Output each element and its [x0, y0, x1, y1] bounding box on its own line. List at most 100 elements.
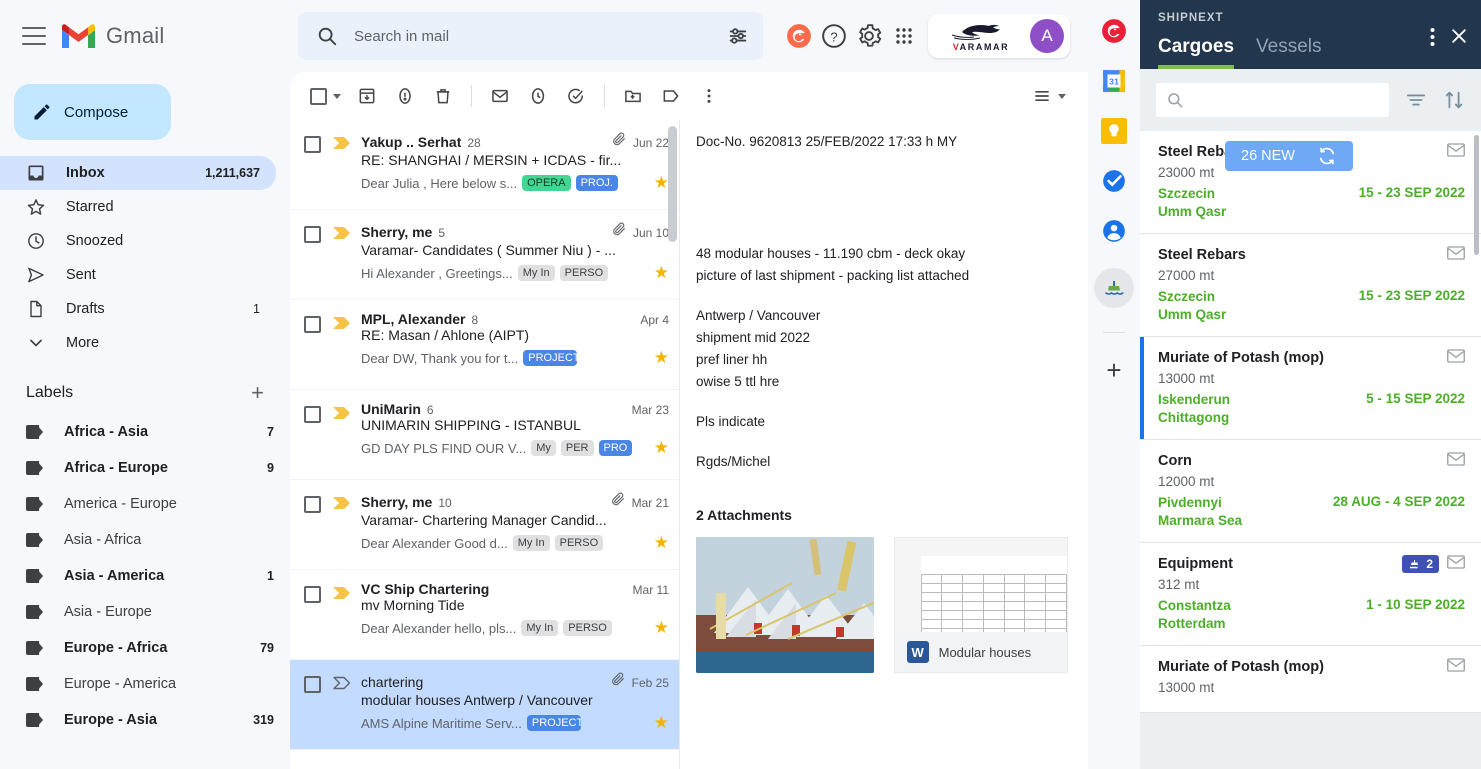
chevron-down-icon[interactable]	[333, 93, 341, 99]
email-row[interactable]: Yakup .. Serhat 28 Jun 22 RE: SHANGHAI / ME…	[290, 120, 679, 210]
google-keep-icon[interactable]	[1101, 118, 1127, 144]
apps-grid-icon[interactable]	[889, 16, 920, 56]
delete-icon[interactable]	[425, 78, 461, 114]
star-icon[interactable]: ★	[650, 263, 669, 283]
email-row[interactable]: UniMarin 6 Mar 23 UNIMARIN SHIPPING - ISTAN…	[290, 390, 679, 480]
label-item[interactable]: Europe - Africa 79	[0, 630, 290, 666]
label-item[interactable]: Africa - Europe 9	[0, 450, 290, 486]
account-chip[interactable]: VARAMAR A	[928, 14, 1070, 58]
star-icon[interactable]: ★	[650, 348, 669, 368]
email-row[interactable]: chartering Feb 25 modular houses Antwerp /…	[290, 660, 679, 750]
label-item[interactable]: Asia - Europe	[0, 594, 290, 630]
email-label-chip[interactable]: OPERA	[522, 175, 571, 191]
filter-icon[interactable]	[1405, 89, 1427, 111]
sidebar-item-more[interactable]: More	[0, 326, 276, 360]
cargo-card[interactable]: Corn 12000 mt Pivdennyi Marmara Sea 28 AUG -…	[1140, 440, 1481, 543]
checkbox[interactable]	[310, 87, 327, 105]
shipnext-search-input[interactable]	[1192, 92, 1379, 108]
cargo-card[interactable]: Equipment 2 312 mt Constantza Rotterdam 1 - 1…	[1140, 543, 1481, 646]
tab-vessels[interactable]: Vessels	[1256, 36, 1321, 69]
email-label-chip[interactable]: My In	[512, 535, 550, 551]
cargo-card[interactable]: Steel Rebars 27000 mt Szczecin Umm Qasr 15 -…	[1140, 234, 1481, 337]
mark-unread-icon[interactable]	[482, 78, 518, 114]
tune-icon[interactable]	[727, 25, 749, 47]
cargo-card[interactable]: Muriate of Potash (mop) 13000 mt Iskenderu…	[1140, 337, 1481, 440]
help-icon[interactable]: ?	[818, 16, 849, 56]
email-row[interactable]: Sherry, me 10 Mar 21 Varamar- Chartering Ma…	[290, 480, 679, 570]
label-item[interactable]: Europe - Asia 319	[0, 702, 290, 738]
add-addon-icon[interactable]: +	[1106, 357, 1121, 383]
search-bar[interactable]	[298, 12, 763, 60]
avatar[interactable]: A	[1030, 19, 1064, 53]
mail-icon[interactable]	[1447, 349, 1465, 367]
shipnext-search-box[interactable]	[1156, 83, 1389, 117]
label-item[interactable]: Africa - Asia 7	[0, 414, 290, 450]
label-item[interactable]: America - Europe	[0, 486, 290, 522]
mail-icon[interactable]	[1447, 246, 1465, 264]
labels-icon[interactable]	[653, 78, 689, 114]
email-checkbox[interactable]	[304, 406, 321, 423]
email-checkbox[interactable]	[304, 136, 321, 153]
attachment-word-document[interactable]: W Modular houses	[893, 537, 1068, 673]
google-contacts-icon[interactable]	[1101, 218, 1127, 244]
more-options-icon[interactable]	[1430, 27, 1435, 50]
email-row[interactable]: MPL, Alexander 8 Apr 4 RE: Masan / Ahlone (…	[290, 300, 679, 390]
sidebar-item-snoozed[interactable]: Snoozed	[0, 224, 276, 258]
star-icon[interactable]: ★	[650, 713, 669, 733]
search-input[interactable]	[354, 27, 711, 45]
email-checkbox[interactable]	[304, 676, 321, 693]
sort-icon[interactable]	[1443, 89, 1465, 111]
email-checkbox[interactable]	[304, 586, 321, 603]
label-item[interactable]: Europe - America	[0, 666, 290, 702]
google-tasks-icon[interactable]	[1101, 168, 1127, 194]
sidebar-item-starred[interactable]: Starred	[0, 190, 276, 224]
sidebar-item-sent[interactable]: Sent	[0, 258, 276, 292]
email-list-scrollbar[interactable]	[668, 126, 677, 242]
grammarly-icon[interactable]	[783, 16, 814, 56]
snooze-icon[interactable]	[520, 78, 556, 114]
compose-button[interactable]: Compose	[14, 84, 171, 140]
select-all-checkbox[interactable]	[304, 78, 347, 114]
label-item[interactable]: Asia - America 1	[0, 558, 290, 594]
gmail-logo[interactable]: Gmail	[60, 22, 164, 50]
google-calendar-icon[interactable]: 31	[1101, 68, 1127, 94]
star-icon[interactable]: ★	[650, 173, 669, 193]
email-label-chip[interactable]: PERSO	[559, 265, 609, 281]
display-density-icon[interactable]	[1026, 78, 1072, 114]
email-label-chip[interactable]: PRO	[598, 440, 633, 456]
move-to-icon[interactable]	[615, 78, 651, 114]
refresh-icon[interactable]	[1317, 146, 1337, 166]
star-icon[interactable]: ★	[650, 618, 669, 638]
email-label-chip[interactable]: PERSO	[563, 620, 612, 636]
email-label-chip[interactable]: PERSO	[554, 535, 604, 551]
email-label-chip[interactable]: My In	[521, 620, 559, 636]
shipnext-addon-icon[interactable]	[1094, 268, 1152, 308]
main-menu-icon[interactable]	[22, 27, 46, 45]
cargo-offers-badge[interactable]: 2	[1402, 555, 1439, 573]
mail-icon[interactable]	[1447, 658, 1465, 676]
email-row[interactable]: VC Ship Chartering Mar 11 mv Morning Tide D…	[290, 570, 679, 660]
mail-icon[interactable]	[1447, 452, 1465, 470]
mail-icon[interactable]	[1447, 143, 1465, 161]
email-checkbox[interactable]	[304, 496, 321, 513]
attachment-image-thumbnail[interactable]	[696, 537, 874, 673]
cargo-list-scrollbar[interactable]	[1474, 135, 1479, 255]
email-row[interactable]: Sherry, me 5 Jun 10 Varamar- Candidates ( S…	[290, 210, 679, 300]
email-checkbox[interactable]	[304, 226, 321, 243]
chevron-down-icon-2[interactable]	[1058, 93, 1066, 99]
sidebar-item-inbox[interactable]: Inbox 1,211,637	[0, 156, 276, 190]
tab-cargoes[interactable]: Cargoes	[1158, 36, 1235, 69]
more-options-icon[interactable]	[691, 78, 727, 114]
email-label-chip[interactable]: PROJECTS	[526, 715, 581, 731]
email-label-chip[interactable]: PER	[560, 440, 594, 456]
mail-icon[interactable]	[1447, 555, 1465, 573]
sidebar-item-drafts[interactable]: Drafts 1	[0, 292, 276, 326]
create-label-icon[interactable]: +	[251, 382, 264, 404]
close-icon[interactable]	[1449, 26, 1469, 51]
star-icon[interactable]: ★	[650, 438, 669, 458]
email-label-chip[interactable]: PROJ.	[575, 175, 618, 191]
email-label-chip[interactable]: My	[531, 440, 556, 456]
archive-icon[interactable]	[349, 78, 385, 114]
cargo-card[interactable]: Muriate of Potash (mop) 13000 mt	[1140, 646, 1481, 713]
email-checkbox[interactable]	[304, 316, 321, 333]
